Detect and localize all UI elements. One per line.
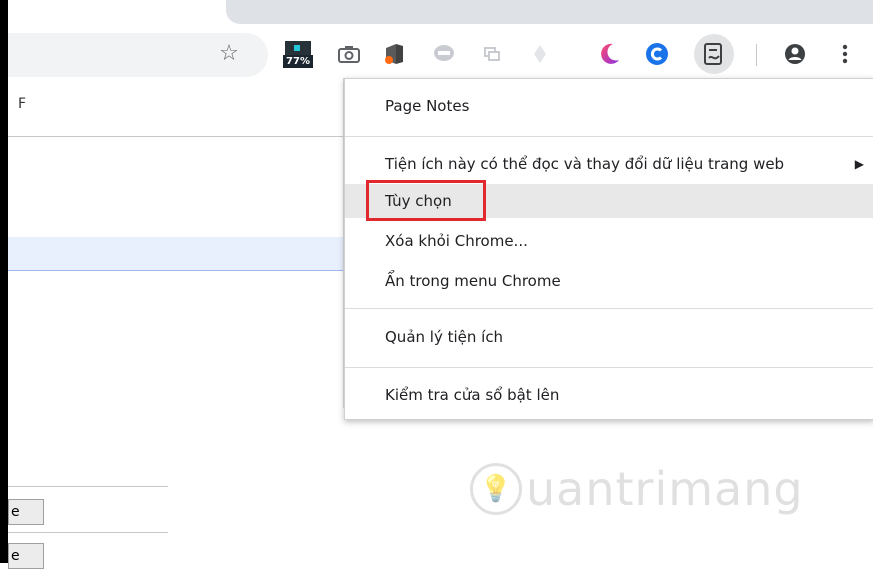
watermark-text: uantrimang <box>526 462 804 516</box>
extension-chat[interactable] <box>428 38 460 70</box>
content-divider-lower-2 <box>8 532 168 533</box>
menu-item-hide-in-menu[interactable]: Ẩn trong menu Chrome <box>345 264 873 298</box>
active-tab[interactable] <box>226 0 873 24</box>
extension-c-blue[interactable] <box>641 38 673 70</box>
lightbulb-icon: 💡 <box>470 463 522 515</box>
moon-icon <box>601 43 619 64</box>
menu-item-inspect-popup[interactable]: Kiểm tra cửa sổ bật lên <box>345 378 873 412</box>
extension-page-notes[interactable] <box>694 34 734 74</box>
office-icon <box>385 44 403 64</box>
extension-copy[interactable] <box>476 38 508 70</box>
menu-title-page-notes[interactable]: Page Notes <box>345 89 873 123</box>
extension-diamond[interactable] <box>524 38 556 70</box>
bookmark-star-icon[interactable]: ☆ <box>215 40 243 68</box>
highlighted-row[interactable] <box>8 237 344 271</box>
extension-context-menu: Page Notes Tiện ích này có thể đọc và th… <box>344 78 873 420</box>
c-logo-icon <box>646 43 668 65</box>
menu-separator <box>345 308 873 309</box>
page-notes-icon <box>704 43 722 65</box>
menu-item-label: Tiện ích này có thể đọc và thay đổi dữ l… <box>385 155 785 173</box>
diamond-icon <box>534 45 546 63</box>
profile-icon <box>785 44 805 64</box>
menu-item-remove-from-chrome[interactable]: Xóa khỏi Chrome... <box>345 224 873 258</box>
extension-camera[interactable] <box>333 38 365 70</box>
chrome-menu-button[interactable] <box>829 38 861 70</box>
highlight-annotation-box <box>366 180 486 221</box>
page-content <box>8 78 344 563</box>
extension-office[interactable] <box>378 38 410 70</box>
menu-item-manage-extensions[interactable]: Quản lý tiện ích <box>345 320 873 354</box>
extension-moon[interactable] <box>593 38 625 70</box>
content-divider <box>8 136 344 137</box>
badge-77-icon: 77% <box>283 39 313 69</box>
menu-separator <box>345 136 873 137</box>
toolbar-divider <box>756 44 757 66</box>
window-left-border <box>0 0 8 563</box>
camera-icon <box>338 46 360 63</box>
content-divider-lower-1 <box>8 486 168 487</box>
badge-label: 77% <box>283 55 313 68</box>
profile-button[interactable] <box>779 38 811 70</box>
menu-separator <box>345 367 873 368</box>
submenu-arrow-icon: ▶ <box>854 157 864 171</box>
chat-bubble-icon <box>434 45 454 61</box>
watermark: 💡 uantrimang <box>470 462 804 516</box>
partial-button-1[interactable]: e <box>8 499 44 525</box>
copy-icon <box>484 47 500 61</box>
extension-77-percent[interactable]: 77% <box>282 38 314 70</box>
partial-button-2[interactable]: e <box>8 543 44 569</box>
partial-text: F <box>18 96 27 112</box>
menu-item-site-access[interactable]: Tiện ích này có thể đọc và thay đổi dữ l… <box>345 147 873 181</box>
more-vertical-icon <box>842 44 848 64</box>
